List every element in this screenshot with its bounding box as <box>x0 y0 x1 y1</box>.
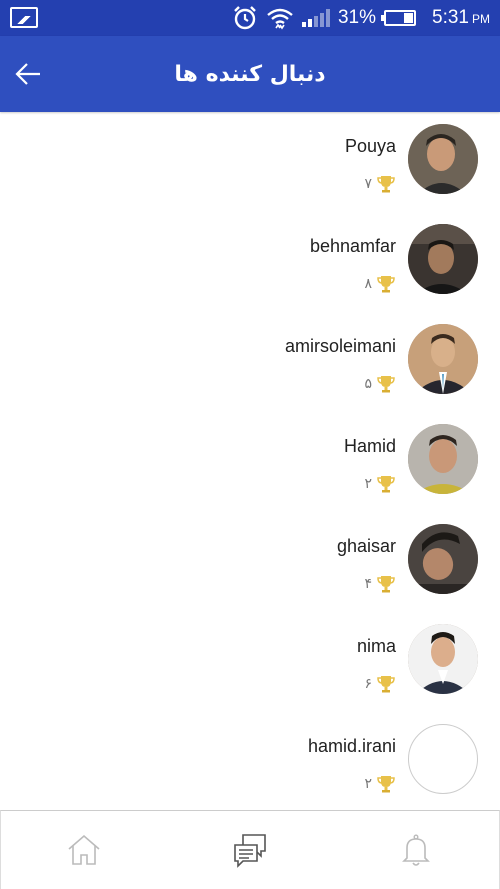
arrow-left-icon[interactable] <box>12 58 44 90</box>
clock: 5:31 <box>432 7 469 28</box>
list-item[interactable]: nima ۶ <box>0 612 500 712</box>
username[interactable]: Hamid <box>344 436 396 457</box>
app-bar: دنبال کننده ها <box>0 36 500 112</box>
score-value: ۶ <box>364 676 372 692</box>
score: ۸ <box>364 274 396 294</box>
username[interactable]: hamid.irani <box>308 736 396 757</box>
trophy-icon <box>377 676 395 693</box>
trophy-icon <box>377 176 395 193</box>
battery-percent: 31% <box>337 7 377 28</box>
battery-icon <box>381 10 417 26</box>
signal-icon <box>301 9 330 27</box>
username[interactable]: ghaisar <box>337 536 396 557</box>
page-title: دنبال کننده ها <box>174 61 326 87</box>
bottom-nav <box>0 810 500 889</box>
chat-icon <box>234 834 266 868</box>
score: ۴ <box>364 574 396 594</box>
trophy-icon <box>377 276 395 293</box>
score-value: ۲ <box>364 476 372 492</box>
avatar[interactable] <box>408 524 478 594</box>
list-item[interactable]: ghaisar ۴ <box>0 512 500 612</box>
score: ۷ <box>364 174 396 194</box>
nav-notifications[interactable] <box>333 811 499 889</box>
avatar[interactable] <box>408 724 478 794</box>
nav-messages[interactable] <box>167 811 333 889</box>
list-item[interactable]: amirsoleimani ۵ <box>0 312 500 412</box>
username[interactable]: behnamfar <box>310 236 396 257</box>
list-item[interactable]: behnamfar ۸ <box>0 212 500 312</box>
trophy-icon <box>377 376 395 393</box>
home-icon <box>68 834 100 865</box>
avatar[interactable] <box>408 224 478 294</box>
trophy-icon <box>377 776 395 793</box>
score-value: ۷ <box>364 176 372 192</box>
alarm-icon <box>234 6 256 30</box>
score: ۲ <box>364 774 396 794</box>
score-value: ۵ <box>364 376 372 392</box>
list-item[interactable]: Hamid ۲ <box>0 412 500 512</box>
score-value: ۸ <box>364 276 372 292</box>
username[interactable]: amirsoleimani <box>285 336 396 357</box>
score-value: ۴ <box>364 576 372 592</box>
gallery-icon <box>10 7 38 28</box>
score: ۲ <box>364 474 396 494</box>
avatar[interactable] <box>408 124 478 194</box>
trophy-icon <box>377 576 395 593</box>
username[interactable]: nima <box>357 636 396 657</box>
bell-icon <box>402 834 430 866</box>
score: ۵ <box>364 374 396 394</box>
avatar[interactable] <box>408 324 478 394</box>
score: ۶ <box>364 674 396 694</box>
wifi-icon <box>267 8 293 30</box>
avatar[interactable] <box>408 624 478 694</box>
nav-home[interactable] <box>1 811 167 889</box>
avatar[interactable] <box>408 424 478 494</box>
status-bar: 31% 5:31 PM <box>0 0 500 36</box>
followers-list: Pouya ۷ behnamfar ۸ amirsoleimani ۵ Hami… <box>0 112 500 810</box>
username[interactable]: Pouya <box>345 136 396 157</box>
trophy-icon <box>377 476 395 493</box>
list-item[interactable]: hamid.irani ۲ <box>0 712 500 810</box>
score-value: ۲ <box>364 776 372 792</box>
list-item[interactable]: Pouya ۷ <box>0 112 500 212</box>
clock-ampm: PM <box>472 12 490 26</box>
